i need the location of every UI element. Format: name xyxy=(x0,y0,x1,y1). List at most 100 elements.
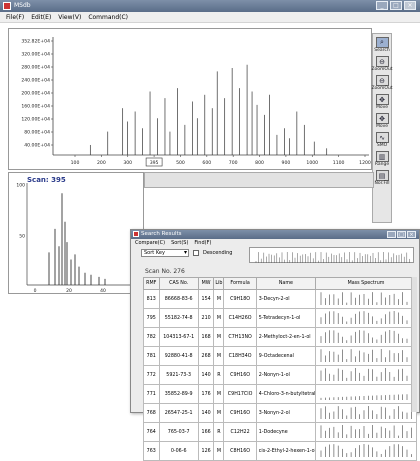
table-cell: 35852-89-9 xyxy=(158,384,199,404)
descending-checkbox[interactable] xyxy=(193,250,199,256)
minimize-button[interactable]: _ xyxy=(387,231,396,238)
table-row[interactable]: 772 5921-73-3 140 R C9H16O 2-Nonyn-1-ol xyxy=(143,365,417,385)
close-button[interactable]: × xyxy=(404,1,416,10)
move-tool-2[interactable]: ✥ Move xyxy=(373,113,391,130)
table-cell: 768 xyxy=(143,403,160,423)
table-cell: M xyxy=(213,346,225,366)
tool-label: Move xyxy=(375,124,389,129)
y-tick-label: 240.00E+04 xyxy=(21,78,50,84)
tool-label: Move xyxy=(375,105,389,110)
col-name[interactable]: Name xyxy=(255,277,317,290)
maximize-button[interactable]: □ xyxy=(397,231,406,238)
scan-spectrum-panel[interactable]: 100500204060 Scan: 395 xyxy=(8,172,144,294)
search-results-title: Search Results xyxy=(141,231,182,237)
menu-view[interactable]: View(V) xyxy=(58,12,81,22)
range-icon: ▥ xyxy=(375,151,389,162)
table-row[interactable]: 782 104313-67-1 168 M C7H13NO 2-Methyloct-2-e… xyxy=(143,327,417,347)
descending-label: Descending xyxy=(203,250,233,256)
title-bar: MSdb _ □ × xyxy=(0,0,420,12)
y-tick-label: 160.00E+04 xyxy=(21,104,50,110)
table-row[interactable]: 763 0-06-6 126 M C8H16O cis-2-Ethyl-2-hexen-1… xyxy=(143,441,417,461)
table-cell: 813 xyxy=(143,289,160,309)
y-tick-label: 80.00E+04 xyxy=(24,130,50,136)
move-tool[interactable]: ✥ Move xyxy=(373,94,391,111)
search-results-window: Search Results _ □ × Compare(C) Sort(S) … xyxy=(130,229,420,461)
results-scrollbar[interactable] xyxy=(411,277,417,412)
x-tick-label: 500 xyxy=(176,160,185,166)
menu-command[interactable]: Command(C) xyxy=(88,12,128,22)
y-tick-label: 120.00E+04 xyxy=(21,117,50,123)
move-icon: ✥ xyxy=(375,94,389,105)
table-cell: 3-Decyn-2-ol xyxy=(255,289,317,309)
scan-spectrum-chart: 100500204060 xyxy=(16,183,140,295)
col-mw[interactable]: MW xyxy=(197,277,215,290)
scan-number: Scan No. 276 xyxy=(145,268,185,275)
mass-spectrum-mini-chart xyxy=(320,311,412,324)
y-tick-label: 100 xyxy=(16,183,25,189)
table-cell: 765-03-7 xyxy=(158,422,199,442)
mass-spectrum-mini-chart xyxy=(320,425,412,438)
table-cell: 104313-67-1 xyxy=(158,327,199,347)
maximize-button[interactable]: □ xyxy=(390,1,402,10)
table-cell: 2-Methyloct-2-en-1-ol xyxy=(255,327,317,347)
close-button[interactable]: × xyxy=(407,231,416,238)
table-row[interactable]: 795 55182-74-8 210 M C14H26O 5-Tetradecyn-1-o… xyxy=(143,308,417,328)
zoom-out-tool-2[interactable]: ⊖ ZoomOut xyxy=(371,75,393,92)
x-tick-label: 1200 xyxy=(359,160,371,166)
spectrum-overview xyxy=(249,247,414,263)
search-tool[interactable]: ⌕ Search xyxy=(373,37,391,54)
menu-find[interactable]: Find(F) xyxy=(194,239,211,247)
tool-label: Range xyxy=(374,162,390,167)
tool-label: ZoomOut xyxy=(371,67,393,72)
table-row[interactable]: 771 35852-89-9 176 M C9H17ClO 4-Chloro-3-n-bu… xyxy=(143,384,417,404)
table-cell: 772 xyxy=(143,365,160,385)
sort-key-select[interactable]: Sort Key xyxy=(141,249,189,257)
menu-file[interactable]: File(F) xyxy=(6,12,24,22)
table-cell: C9H18O xyxy=(223,289,257,309)
minimize-button[interactable]: _ xyxy=(376,1,388,10)
table-cell: 86668-83-6 xyxy=(158,289,199,309)
zoom-out-icon: ⊖ xyxy=(375,75,389,86)
table-cell: cis-2-Ethyl-2-hexen-1-ol xyxy=(255,441,317,461)
menu-compare[interactable]: Compare(C) xyxy=(135,239,165,247)
menu-bar: File(F) Edit(E) View(V) Command(C) xyxy=(0,12,420,23)
table-row[interactable]: 764 765-03-7 166 R C12H22 1-Dodecyne xyxy=(143,422,417,442)
menu-edit[interactable]: Edit(E) xyxy=(31,12,51,22)
spectrum-overview-chart xyxy=(255,252,410,263)
table-row[interactable]: 781 92880-41-8 268 M C18H34O 9-Octadecenal xyxy=(143,346,417,366)
mass-spectrum-thumbnail xyxy=(315,384,417,404)
menu-sort[interactable]: Sort(S) xyxy=(171,239,188,247)
table-cell: C9H16O xyxy=(223,403,257,423)
chromatogram-chart[interactable]: 352.82E+04 320.00E+04 280.00E+04 240.00E+04… xyxy=(9,29,373,171)
table-row[interactable]: 813 86668-83-6 154 M C9H18O 3-Decyn-2-ol xyxy=(143,289,417,309)
range-tool[interactable]: ▥ Range xyxy=(373,151,391,168)
search-results-menu: Compare(C) Sort(S) Find(F) xyxy=(131,239,419,247)
smooth-tool[interactable]: ∿ SMO xyxy=(373,132,391,149)
table-cell: 55182-74-8 xyxy=(158,308,199,328)
table-cell: 781 xyxy=(143,346,160,366)
x-tick-label: 0 xyxy=(34,288,37,294)
col-rmf[interactable]: RMF xyxy=(143,277,160,290)
col-formula[interactable]: Formula xyxy=(223,277,257,290)
table-cell: 9-Octadecenal xyxy=(255,346,317,366)
tool-label: SMO xyxy=(376,143,388,148)
table-cell: 140 xyxy=(197,403,215,423)
smooth-icon: ∿ xyxy=(375,132,389,143)
x-tick-label: 300 xyxy=(123,160,132,166)
chromatogram-panel[interactable]: 352.82E+04 320.00E+04 280.00E+04 240.00E+04… xyxy=(8,28,372,170)
table-cell: 795 xyxy=(143,308,160,328)
y-tick-label: 320.00E+04 xyxy=(21,52,50,58)
table-cell: 126 xyxy=(197,441,215,461)
col-cas[interactable]: CAS No. xyxy=(158,277,199,290)
col-mass-spectrum[interactable]: Mass Spectrum xyxy=(315,277,417,290)
x-tick-label: 40 xyxy=(100,288,106,294)
zoom-out-tool[interactable]: ⊖ ZoomOut xyxy=(371,56,393,73)
x-tick-label: 600 xyxy=(202,160,211,166)
table-row[interactable]: 768 26547-25-1 140 M C9H16O 3-Nonyn-2-ol xyxy=(143,403,417,423)
mass-spectrum-thumbnail xyxy=(315,289,417,309)
x-tick-label: 395 xyxy=(150,160,159,166)
x-tick-label: 200 xyxy=(97,160,106,166)
mass-spectrum-mini-chart xyxy=(320,406,412,419)
fill-tool[interactable]: ▤ Nor.Fill xyxy=(373,170,391,187)
col-lib[interactable]: Lib xyxy=(213,277,225,290)
